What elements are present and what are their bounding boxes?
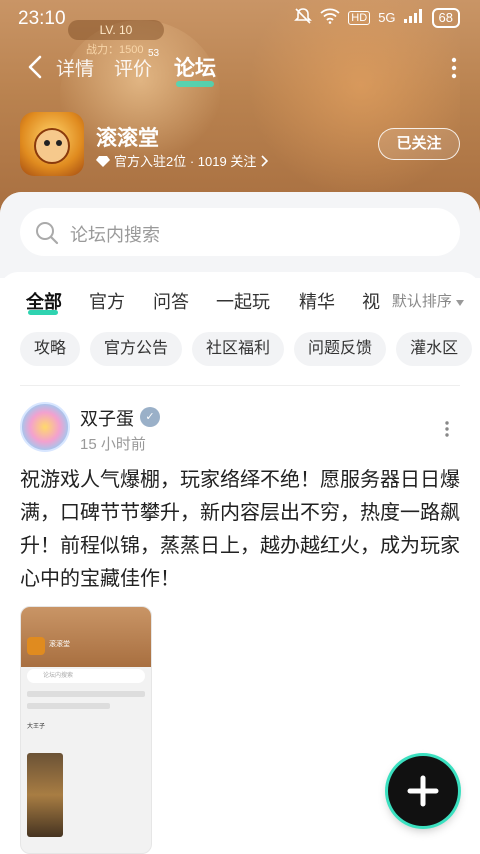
more-vertical-icon [451,57,457,79]
post-time: 15 小时前 [80,436,146,453]
plus-icon [407,775,439,807]
category-chips: 攻略 官方公告 社区福利 问题反馈 灌水区 [20,332,473,366]
status-icons: HD 5G 68 [294,7,460,28]
signal-icon [403,9,424,26]
game-subtitle[interactable]: 官方入驻2位 · 1019 关注 [96,151,269,170]
divider [20,385,460,386]
battery-indicator: 68 [431,7,460,28]
mute-icon [294,7,313,28]
post-content[interactable]: 祝游戏人气爆棚，玩家络绎不绝！愿服务器日日爆满，口碑节节攀升，新内容层出不穷，热… [20,464,460,596]
search-placeholder: 论坛内搜索 [70,225,160,245]
thumbnail-search: 论坛内搜索 [27,669,145,683]
tab-official[interactable]: 官方 [89,288,125,314]
chip-feedback[interactable]: 问题反馈 [294,332,387,366]
game-stats: 官方入驻2位 · 1019 关注 [114,154,257,169]
reviews-count-badge: 53 [148,48,160,59]
search-input[interactable]: 论坛内搜索 [20,208,460,256]
thumbnail-title: 滚滚堂 [49,641,70,648]
status-time: 23:10 [18,8,66,29]
chip-community-perks[interactable]: 社区福利 [192,332,285,366]
post-more-button[interactable] [444,420,450,438]
post-username[interactable]: 双子蛋 [80,405,134,431]
thumbnail-user: 大王子 [27,724,46,730]
caret-down-icon [456,300,464,306]
chevron-left-icon [28,55,42,79]
chip-chat[interactable]: 灌水区 [396,332,473,366]
filter-tab-underline [28,310,58,315]
tab-forum[interactable]: 论坛 [174,52,216,82]
chip-guides[interactable]: 攻略 [20,332,81,366]
verified-badge-icon: ✓ [140,407,160,427]
status-bar: 23:10 HD 5G 68 [0,0,480,36]
tab-video[interactable]: 视 [362,288,380,314]
more-menu-button[interactable] [450,56,458,80]
chip-announcements[interactable]: 官方公告 [90,332,183,366]
top-nav: 详情 评价 53 论坛 [0,48,480,88]
tab-details[interactable]: 详情 [56,54,94,81]
wifi-icon [320,8,340,27]
tab-play-together[interactable]: 一起玩 [216,288,270,314]
sort-dropdown[interactable]: 默认排序 [381,290,464,311]
search-icon [36,222,59,245]
tab-reviews[interactable]: 评价 [114,54,152,81]
back-button[interactable] [22,52,52,82]
tab-qa[interactable]: 问答 [153,288,189,314]
avatar[interactable] [20,402,70,452]
tab-featured[interactable]: 精华 [299,288,335,314]
network-label: 5G [378,10,396,25]
game-icon[interactable] [20,112,84,176]
post-image[interactable]: 滚滚堂 论坛内搜索 大王子 [20,606,152,854]
new-post-button[interactable] [388,756,458,826]
game-title[interactable]: 滚滚堂 [96,122,159,152]
chevron-right-icon [261,154,269,167]
hd-badge: HD [348,10,371,25]
diamond-icon [96,155,110,167]
more-vertical-icon [445,421,449,437]
follow-button[interactable]: 已关注 [378,128,460,160]
sort-label: 默认排序 [391,293,452,310]
filter-tabs: 全部 官方 问答 一起玩 精华 视 默认排序 [0,272,480,326]
